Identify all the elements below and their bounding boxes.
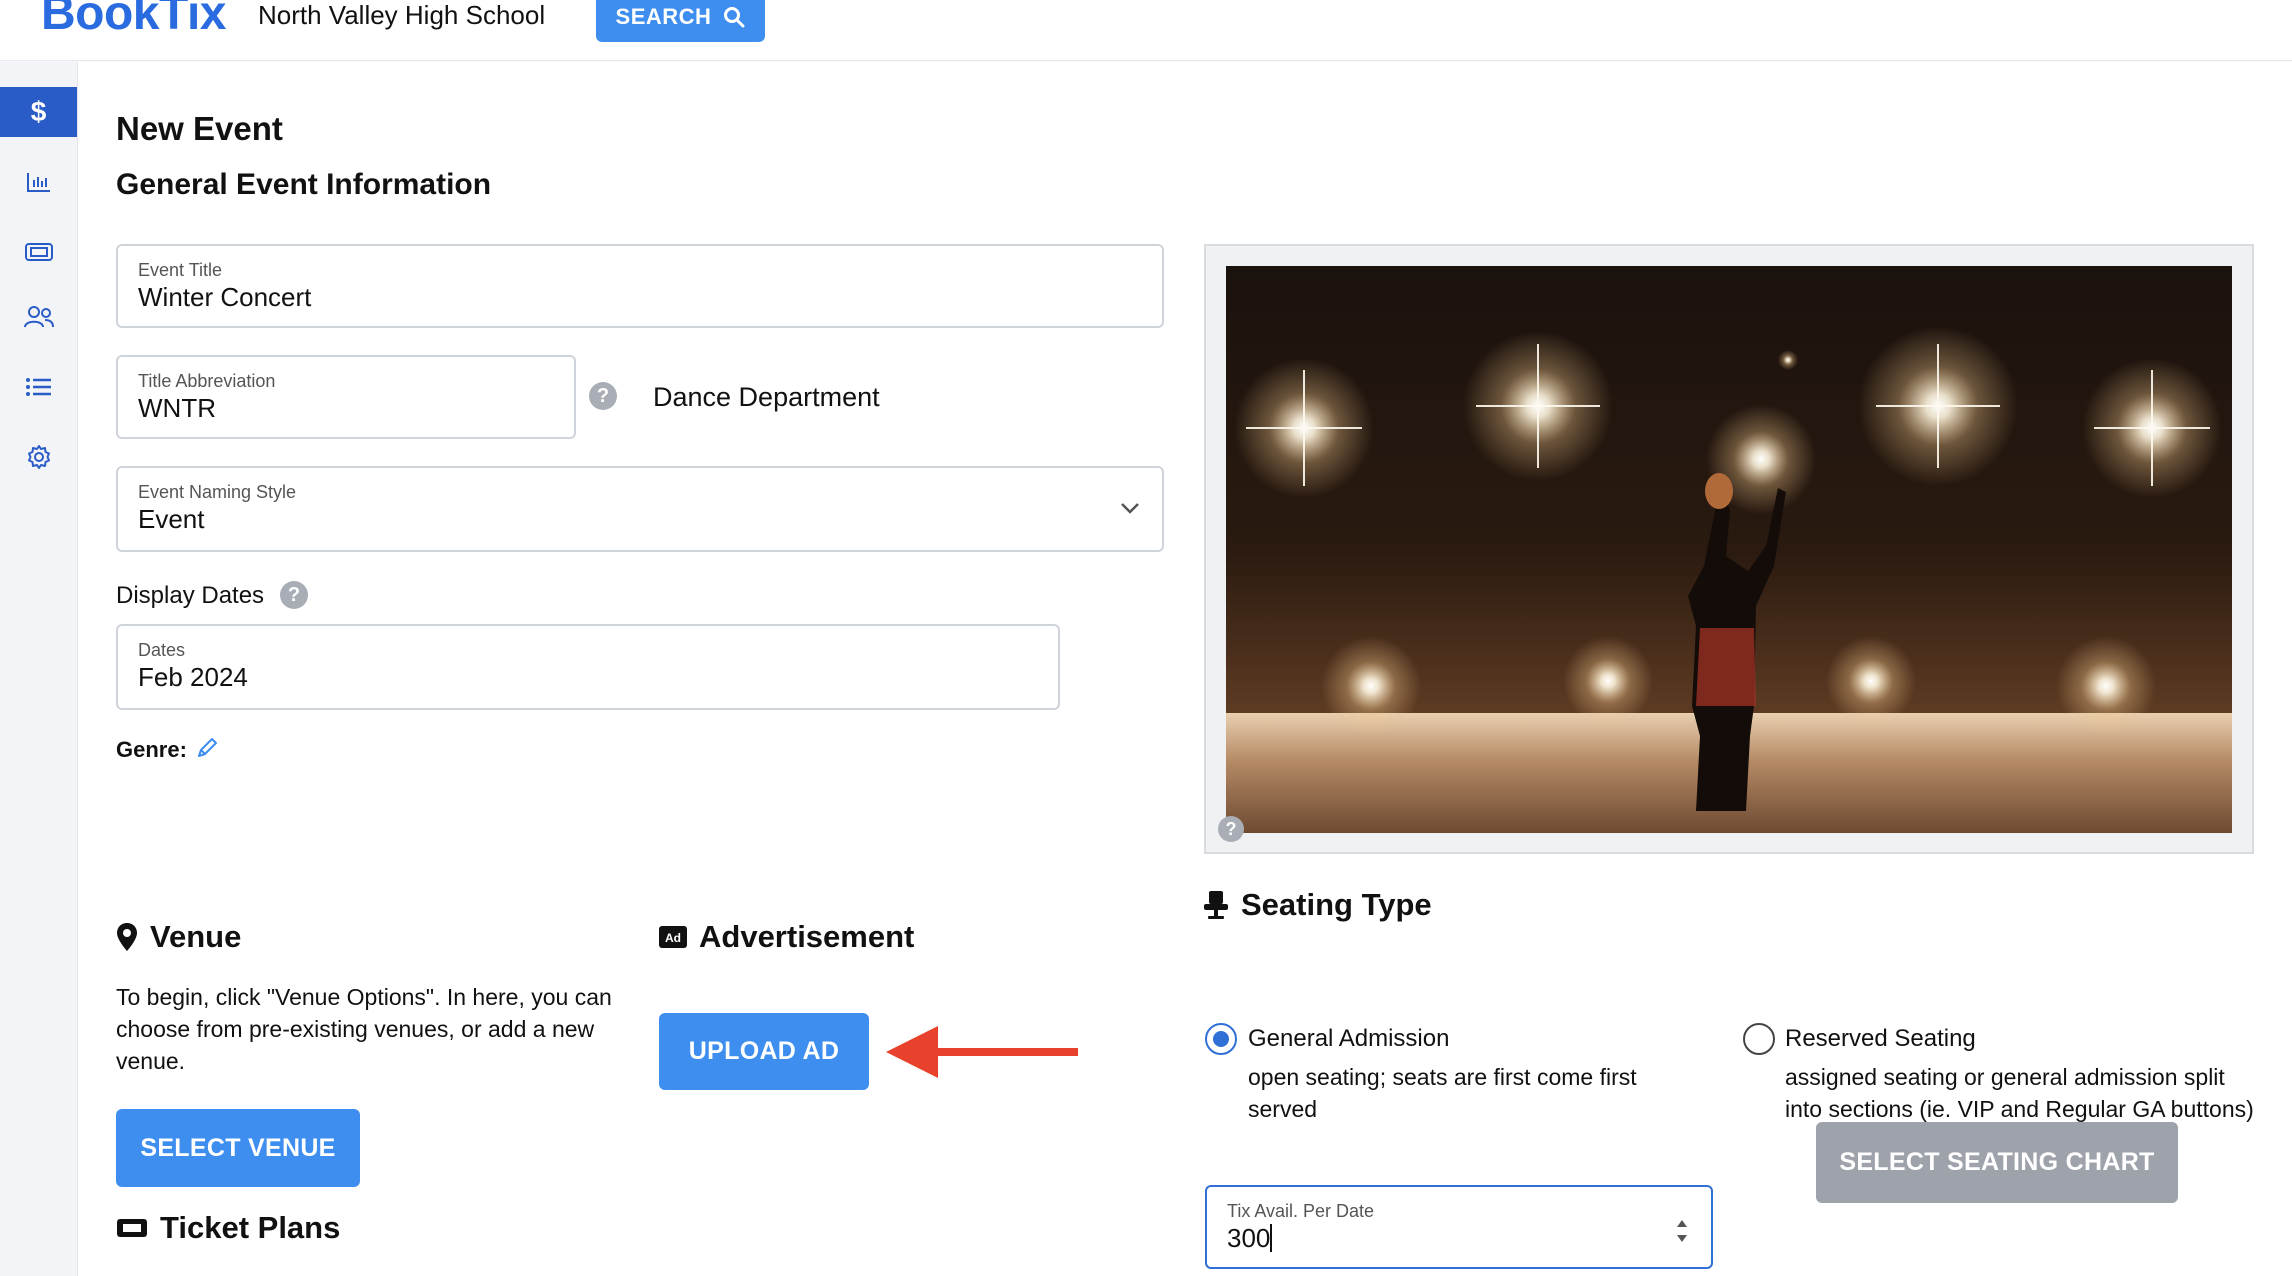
dollar-icon: $ <box>30 96 47 127</box>
advertisement-title-text: Advertisement <box>699 919 915 954</box>
select-seating-chart-button[interactable]: SELECT SEATING CHART <box>1816 1122 2178 1203</box>
event-title-field[interactable]: Event Title Winter Concert <box>116 244 1164 328</box>
general-admission-label[interactable]: General Admission <box>1248 1025 1449 1053</box>
display-dates-label: Display Dates <box>116 582 265 609</box>
top-bar: BookTix North Valley High School SEARCH <box>0 0 2292 61</box>
booktix-logo[interactable]: BookTix <box>41 0 226 41</box>
genre-label: Genre: <box>116 736 219 763</box>
display-dates-help-icon[interactable]: ? <box>280 581 308 609</box>
tix-avail-value-text: 300 <box>1227 1223 1271 1253</box>
title-abbreviation-label: Title Abbreviation <box>138 371 276 391</box>
general-admission-description: open seating; seats are first come first… <box>1248 1064 1637 1122</box>
list-icon <box>25 378 51 396</box>
tix-avail-per-date-input[interactable]: Tix Avail. Per Date 300 <box>1205 1185 1713 1269</box>
reserved-seating-label[interactable]: Reserved Seating <box>1785 1025 1976 1053</box>
reserved-seating-radio[interactable] <box>1743 1023 1775 1055</box>
event-image <box>1226 266 2232 833</box>
ticket-icon <box>24 243 53 261</box>
chair-icon <box>1204 891 1228 919</box>
upload-ad-button[interactable]: UPLOAD AD <box>659 1013 869 1090</box>
general-admission-radio[interactable] <box>1205 1023 1237 1055</box>
main-content: New Event General Event Information Even… <box>78 62 2292 1276</box>
ticket-plans-title-text: Ticket Plans <box>160 1210 341 1245</box>
seating-type-title-text: Seating Type <box>1241 887 1432 922</box>
event-title-value: Winter Concert <box>138 282 312 312</box>
section-title-general-info: General Event Information <box>116 168 492 201</box>
number-stepper-icon[interactable] <box>1675 1217 1689 1245</box>
ticket-plans-section-title: Ticket Plans <box>116 1210 340 1246</box>
reserved-seating-description: assigned seating or general admission sp… <box>1785 1064 2254 1122</box>
page-title: New Event <box>116 110 283 147</box>
sidebar-item-users[interactable] <box>0 292 77 342</box>
ad-icon: Ad <box>659 926 687 948</box>
red-arrow-annotation <box>886 1026 1078 1078</box>
text-cursor <box>1270 1224 1273 1252</box>
search-button[interactable]: SEARCH <box>596 0 765 42</box>
sidebar-item-settings[interactable] <box>0 432 77 482</box>
naming-style-value: Event <box>138 504 205 534</box>
venue-description: To begin, click "Venue Options". In here… <box>116 984 612 1074</box>
ticket-icon <box>117 1219 147 1237</box>
chevron-down-icon <box>1121 503 1139 514</box>
naming-style-label: Event Naming Style <box>138 482 297 502</box>
event-image-frame[interactable]: ? <box>1204 244 2254 854</box>
dates-label: Dates <box>138 640 186 660</box>
genre-label-text: Genre: <box>116 737 187 762</box>
department-name: Dance Department <box>653 382 880 412</box>
venue-title-text: Venue <box>150 919 242 954</box>
title-abbreviation-field[interactable]: Title Abbreviation WNTR <box>116 355 576 439</box>
sidebar-item-sales[interactable]: $ <box>0 87 77 137</box>
title-abbreviation-value: WNTR <box>138 393 216 423</box>
gear-icon <box>27 445 50 469</box>
map-pin-icon <box>117 923 137 951</box>
dates-field[interactable]: Dates Feb 2024 <box>116 624 1060 710</box>
advertisement-section-title: Ad Advertisement <box>659 919 914 955</box>
event-naming-style-select[interactable]: Event Naming Style Event <box>116 466 1164 552</box>
search-icon <box>724 7 745 28</box>
venue-section-title: Venue <box>116 919 241 955</box>
sidebar-item-list[interactable] <box>0 362 77 412</box>
school-name: North Valley High School <box>258 0 546 30</box>
users-icon <box>23 306 54 328</box>
bar-chart-icon <box>26 173 50 192</box>
dates-value: Feb 2024 <box>138 662 248 692</box>
search-button-label: SEARCH <box>615 4 712 29</box>
sidebar: $ <box>0 62 78 1276</box>
tix-avail-label: Tix Avail. Per Date <box>1227 1201 1375 1221</box>
select-venue-button[interactable]: SELECT VENUE <box>116 1109 360 1187</box>
sidebar-item-reports[interactable] <box>0 157 77 207</box>
abbreviation-help-icon[interactable]: ? <box>589 382 617 410</box>
sidebar-item-tickets[interactable] <box>0 227 77 277</box>
image-help-icon[interactable]: ? <box>1218 816 1244 842</box>
seating-type-section-title: Seating Type <box>1203 887 1432 923</box>
event-title-label: Event Title <box>138 260 223 280</box>
tix-avail-value: 300 <box>1227 1223 1273 1254</box>
svg-text:Ad: Ad <box>665 931 681 945</box>
pencil-icon[interactable] <box>195 736 219 760</box>
